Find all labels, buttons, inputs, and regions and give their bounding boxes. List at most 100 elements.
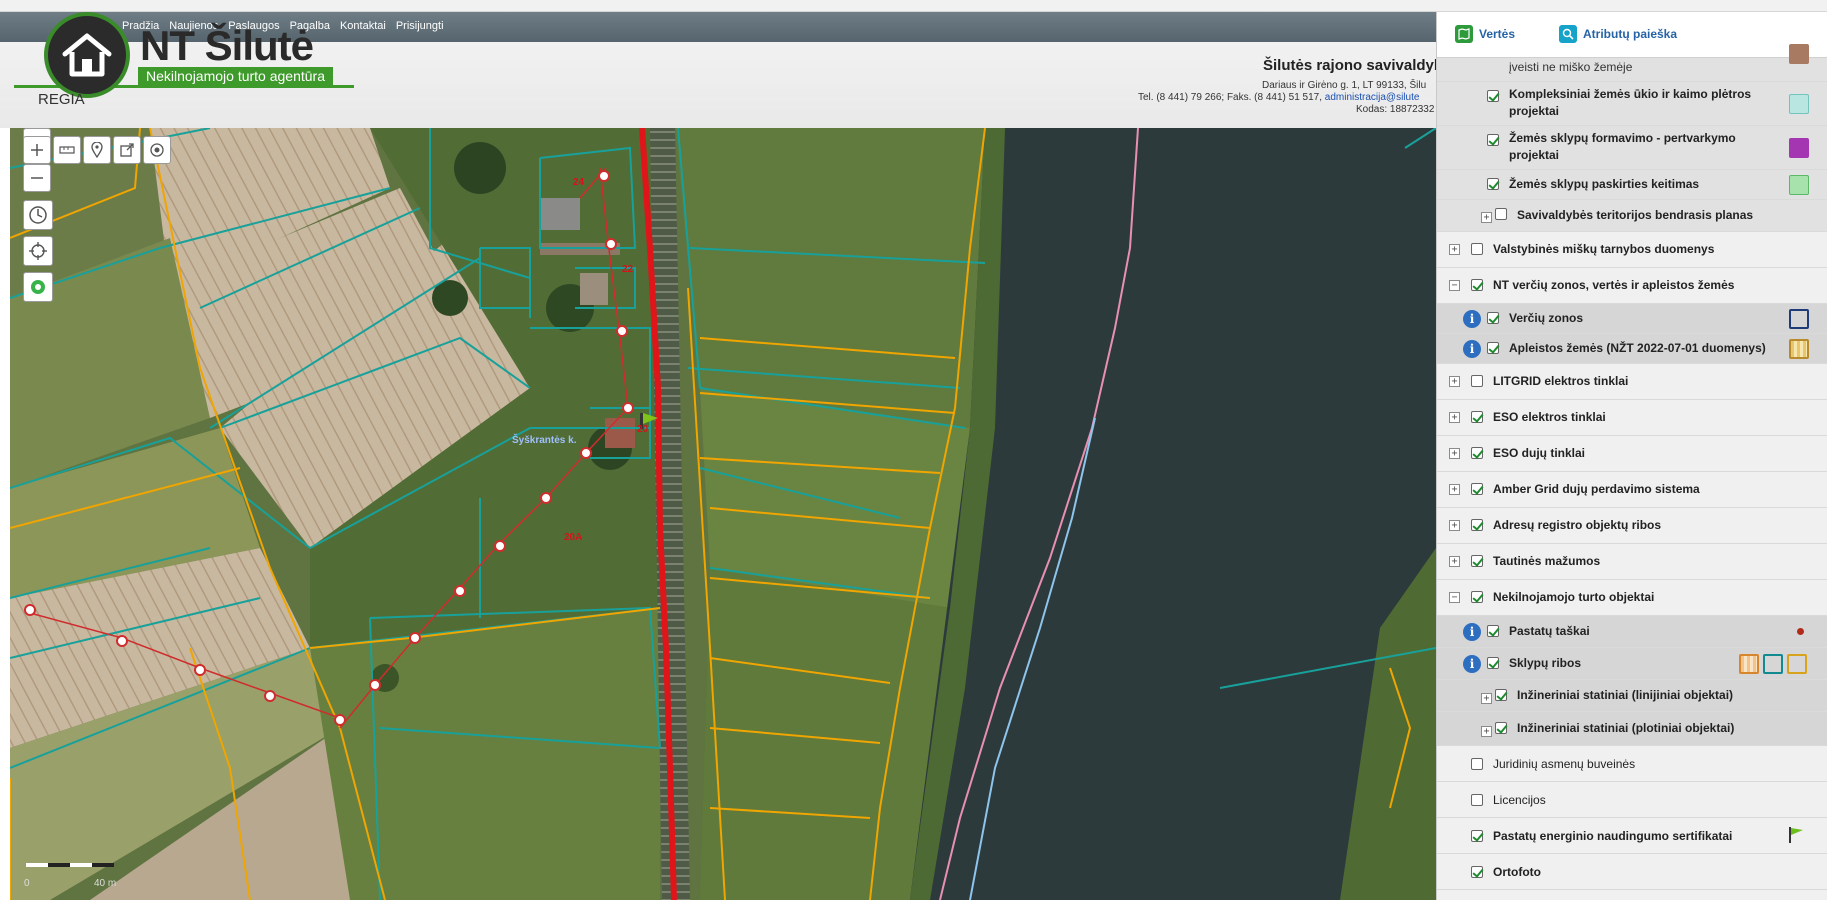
- layer-label: Žemės sklypų paskirties keitimas: [1509, 177, 1700, 191]
- layer-row-orthophoto: Ortofoto: [1437, 854, 1827, 890]
- layer-row-general-plan: + Savivaldybės teritorijos bendrasis pla…: [1437, 200, 1827, 232]
- collapse-toggle[interactable]: −: [1449, 280, 1460, 291]
- layer-checkbox[interactable]: [1471, 483, 1483, 495]
- legend-swatch: [1739, 654, 1759, 674]
- tab-attribute-search[interactable]: Atributų paieška: [1559, 25, 1677, 43]
- layer-row-afforestation: įveisti ne miško žemėje: [1437, 44, 1827, 82]
- layer-label: Savivaldybės teritorijos bendrasis plana…: [1517, 208, 1754, 222]
- layer-checkbox[interactable]: [1471, 555, 1483, 567]
- layer-row-abandoned-land: i Apleistos žemės (NŽT 2022-07-01 duomen…: [1437, 334, 1827, 364]
- info-icon[interactable]: i: [1463, 310, 1481, 328]
- logo-regia: REGIA: [38, 91, 85, 108]
- layer-label: Sklypų ribos: [1509, 656, 1582, 670]
- layer-checkbox[interactable]: [1471, 447, 1483, 459]
- layer-checkbox[interactable]: [1471, 866, 1483, 878]
- village-name-label: Šyškrantės k.: [512, 435, 577, 446]
- legend-swatch: [1789, 44, 1809, 64]
- expand-toggle[interactable]: +: [1449, 484, 1460, 495]
- layer-row-engineering-linear: + Inžineriniai statiniai (linijiniai obj…: [1437, 680, 1827, 712]
- expand-toggle[interactable]: +: [1481, 693, 1492, 704]
- info-icon[interactable]: i: [1463, 655, 1481, 673]
- logo-house-icon[interactable]: [44, 12, 130, 98]
- municipality-address: Dariaus ir Girėno g. 1, LT 99133, Šilu: [1262, 80, 1427, 91]
- layer-checkbox[interactable]: [1495, 208, 1507, 220]
- layer-checkbox[interactable]: [1487, 625, 1499, 637]
- history-clock-icon[interactable]: [23, 200, 53, 230]
- layer-checkbox[interactable]: [1495, 689, 1507, 701]
- layer-checkbox[interactable]: [1471, 279, 1483, 291]
- map-view[interactable]: 24 22 20 20A Šyškrantės k. 0 40 m: [10, 128, 1436, 900]
- layer-checkbox[interactable]: [1471, 519, 1483, 531]
- house-number-24: 24: [573, 177, 585, 188]
- layer-checkbox[interactable]: [1471, 591, 1483, 603]
- layer-checkbox[interactable]: [1487, 90, 1499, 102]
- expand-toggle[interactable]: +: [1449, 412, 1460, 423]
- layer-label: LITGRID elektros tinklai: [1493, 374, 1629, 388]
- layer-label: Valstybinės miškų tarnybos duomenys: [1493, 242, 1715, 256]
- expand-toggle[interactable]: +: [1449, 244, 1460, 255]
- expand-toggle[interactable]: +: [1481, 212, 1492, 223]
- layer-row-parcel-bounds: i Sklypų ribos: [1437, 648, 1827, 680]
- settings-gear-icon[interactable]: [23, 272, 53, 302]
- logo-title: NT Šilutė: [140, 22, 314, 69]
- layer-row-licences: Licencijos: [1437, 782, 1827, 818]
- layer-row-building-points: i Pastatų taškai: [1437, 616, 1827, 648]
- zoom-out-icon[interactable]: [23, 164, 51, 192]
- expand-toggle[interactable]: +: [1449, 556, 1460, 567]
- legend-swatch: [1789, 94, 1809, 114]
- layer-row-energy-certificates: Pastatų energinio naudingumo sertifikata…: [1437, 818, 1827, 854]
- legend-swatch: [1787, 654, 1807, 674]
- layer-checkbox[interactable]: [1471, 794, 1483, 806]
- tab-values[interactable]: Vertės: [1455, 25, 1515, 43]
- layer-checkbox[interactable]: [1487, 134, 1499, 146]
- expand-toggle[interactable]: +: [1449, 376, 1460, 387]
- tab-values-label: Vertės: [1479, 27, 1516, 41]
- flag-icon: [1787, 826, 1805, 849]
- layer-checkbox[interactable]: [1487, 312, 1499, 324]
- house-number-22: 22: [622, 264, 634, 275]
- info-icon[interactable]: i: [1463, 340, 1481, 358]
- layer-row-legal-entities: Juridinių asmenų buveinės: [1437, 746, 1827, 782]
- layer-row-complex-projects: Kompleksiniai žemės ūkio ir kaimo plėtro…: [1437, 82, 1827, 126]
- info-icon[interactable]: i: [1463, 623, 1481, 641]
- scale-max: 40 m: [94, 878, 117, 889]
- layer-checkbox[interactable]: [1471, 830, 1483, 842]
- browser-bookmarks-strip: [0, 0, 1827, 12]
- layer-row-formation-projects: Žemės sklypų formavimo - pertvarkymo pro…: [1437, 126, 1827, 170]
- layer-label: Pastatų taškai: [1509, 624, 1590, 638]
- municipality-name: Šilutės rajono savivaldyb: [1263, 57, 1436, 74]
- nav-login[interactable]: Prisijungti: [396, 20, 444, 32]
- place-marker-icon[interactable]: [83, 136, 111, 164]
- layer-label: Kompleksiniai žemės ūkio ir kaimo plėtro…: [1509, 87, 1752, 101]
- layer-checkbox[interactable]: [1471, 758, 1483, 770]
- layer-label: Adresų registro objektų ribos: [1493, 518, 1662, 532]
- layer-checkbox[interactable]: [1471, 375, 1483, 387]
- share-export-icon[interactable]: [113, 136, 141, 164]
- layer-checkbox[interactable]: [1487, 342, 1499, 354]
- layer-row-eso-gas: + ESO dujų tinklai: [1437, 436, 1827, 472]
- locate-target-icon[interactable]: [143, 136, 171, 164]
- crosshair-icon[interactable]: [23, 236, 53, 266]
- expand-toggle[interactable]: +: [1449, 448, 1460, 459]
- email-link[interactable]: administracija@silute: [1325, 92, 1420, 103]
- expand-toggle[interactable]: +: [1449, 520, 1460, 531]
- legend-swatch: [1763, 654, 1783, 674]
- layer-checkbox[interactable]: [1495, 722, 1507, 734]
- zoom-in-icon[interactable]: [23, 136, 51, 164]
- layer-checkbox[interactable]: [1487, 657, 1499, 669]
- layer-label: įveisti ne miško žemėje: [1509, 60, 1633, 74]
- layer-row-nt-value-zones: − NT verčių zonos, vertės ir apleistos ž…: [1437, 268, 1827, 304]
- map-icon: [1455, 25, 1473, 43]
- expand-toggle[interactable]: +: [1481, 726, 1492, 737]
- layer-checkbox[interactable]: [1471, 243, 1483, 255]
- logo-subtitle: Nekilnojamojo turto agentūra: [138, 67, 333, 85]
- collapse-toggle[interactable]: −: [1449, 592, 1460, 603]
- layer-checkbox[interactable]: [1487, 178, 1499, 190]
- layer-row-amber-grid: + Amber Grid dujų perdavimo sistema: [1437, 472, 1827, 508]
- layer-checkbox[interactable]: [1471, 411, 1483, 423]
- layer-label: Pastatų energinio naudingumo sertifikata…: [1493, 829, 1733, 843]
- scale-zero: 0: [24, 878, 30, 889]
- nav-contacts[interactable]: Kontaktai: [340, 20, 386, 32]
- measure-ruler-icon[interactable]: [53, 136, 81, 164]
- search-icon: [1559, 25, 1577, 43]
